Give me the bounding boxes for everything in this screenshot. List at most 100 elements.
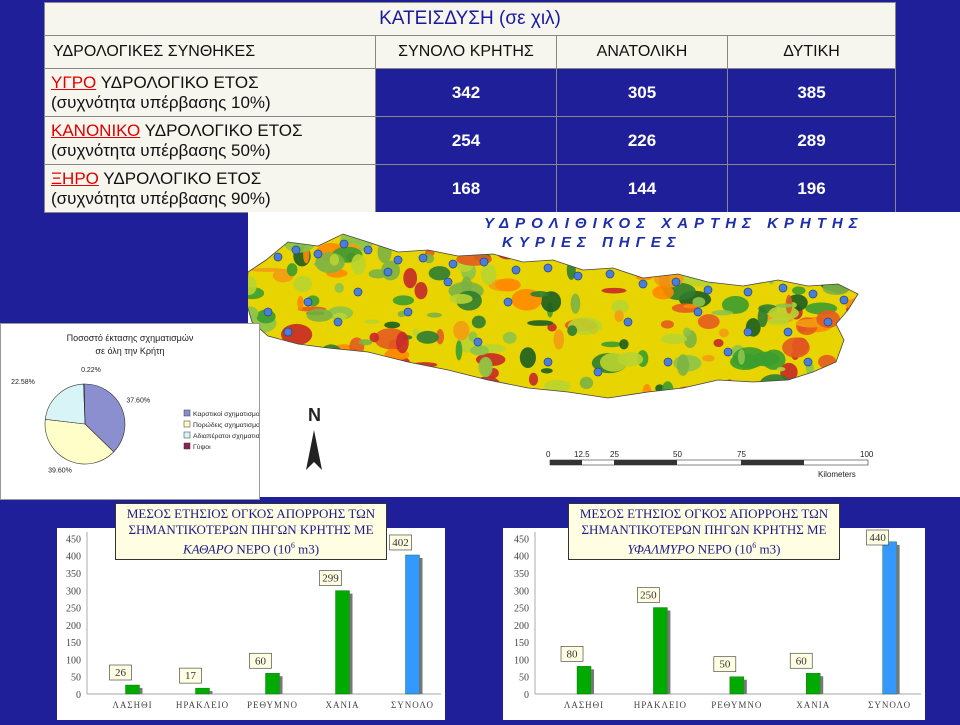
map-patch — [864, 230, 871, 238]
map-patch — [782, 337, 810, 358]
keyword-normal: ΚΑΝΟΝΙΚΟ — [51, 120, 141, 140]
pie-chart: 37.60% 39.60% 22.58% 0.22% Καρστικοί σχηματι… — [11, 367, 259, 475]
value-west: 196 — [727, 164, 896, 213]
map-patch — [517, 388, 530, 398]
map-patch — [776, 366, 786, 372]
y-tick-label: 450 — [514, 534, 529, 545]
bar — [125, 684, 140, 695]
table-row: ΞΗΡΟ ΥΔΡΟΛΟΓΙΚΟ ΕΤΟΣ (συχνότητα υπέρβασης… — [44, 164, 896, 213]
bar-shadow — [743, 679, 747, 694]
value-total: 168 — [375, 164, 557, 213]
map-patch — [307, 234, 319, 244]
keyword-dry: ΞΗΡΟ — [51, 168, 99, 188]
bar1-title-line2: ΣΗΜΑΝΤΙΚΟΤΕΡΩΝ ΠΗΓΩΝ ΚΡΗΤΗΣ ΜΕ — [128, 522, 374, 537]
map-patch — [275, 351, 296, 366]
spring-marker — [511, 265, 521, 275]
map-patch — [354, 366, 369, 384]
bar-shadow — [209, 691, 213, 694]
map-patch — [480, 264, 497, 285]
map-patch — [660, 320, 674, 329]
map-patch — [660, 333, 687, 345]
bar — [806, 673, 821, 695]
spring-marker — [263, 307, 273, 317]
data-label: 60 — [796, 655, 808, 667]
map-patch — [362, 356, 389, 370]
row-label-rest: ΥΔΡΟΛΟΓΙΚΟ ΕΤΟΣ — [96, 72, 259, 92]
y-tick-label: 0 — [76, 690, 81, 701]
map-patch — [403, 267, 418, 289]
legend-label: Αδιαπέρατοι σχηματισμοί — [193, 432, 259, 440]
scale-tick: 12.5 — [574, 450, 590, 459]
scale-bar — [549, 459, 869, 466]
spring-marker — [313, 249, 323, 259]
y-tick-label: 200 — [514, 621, 529, 632]
map-patch — [692, 296, 706, 307]
map-patch — [527, 320, 554, 326]
bar1-title-italic: ΚΑΘΑΡΟ — [182, 541, 234, 557]
map-patch — [377, 241, 392, 264]
map-patch — [351, 254, 366, 275]
spring-marker — [605, 269, 615, 279]
y-tick-label: 250 — [66, 604, 81, 615]
map-patch — [394, 363, 405, 375]
map-patch — [716, 390, 741, 398]
infiltration-table: ΚΑΤΕΙΣΔΥΣΗ (σε χιλ) ΥΔΡΟΛΟΓΙΚΕΣ ΣΥΝΘΗΚΕΣ… — [44, 2, 896, 213]
x-tick-label: ΛΑΣΗΘΙ — [564, 700, 604, 710]
map-patch — [266, 358, 288, 367]
map-patch — [414, 282, 428, 300]
y-tick-label: 50 — [519, 673, 529, 684]
keyword-wet: ΥΓΡΟ — [51, 72, 97, 92]
x-tick-label: ΗΡΑΚΛΕΙΟ — [634, 700, 687, 710]
map-patch — [768, 274, 775, 285]
map-patch — [470, 345, 489, 356]
map-patch — [732, 347, 767, 369]
map-patch — [293, 275, 313, 292]
map-patch — [311, 353, 343, 359]
spring-marker — [448, 259, 458, 269]
map-patch — [697, 314, 720, 330]
map-patch — [334, 387, 343, 398]
legend-label: Καρστικοί σχηματισμοί — [193, 410, 259, 418]
map-patch — [495, 278, 521, 292]
y-tick-label: 150 — [514, 638, 529, 649]
y-tick-label: 300 — [514, 586, 529, 597]
data-label: 402 — [392, 537, 409, 549]
map-patch — [792, 286, 806, 295]
map-patch — [553, 329, 564, 350]
table-row: ΥΓΡΟ ΥΔΡΟΛΟΓΙΚΟ ΕΤΟΣ (συχνότητα υπέρβασης… — [44, 68, 896, 117]
map-patch — [421, 390, 446, 397]
map-patch — [725, 379, 734, 398]
spring-marker — [743, 287, 753, 297]
y-tick-label: 300 — [66, 586, 81, 597]
bar — [653, 607, 668, 695]
spring-marker — [473, 337, 483, 347]
bar-shadow — [667, 610, 671, 694]
data-label: 440 — [869, 532, 886, 544]
map-patch — [682, 327, 692, 337]
map-patch — [614, 310, 624, 323]
map-patch — [435, 237, 443, 249]
map-patch — [787, 250, 794, 270]
map-patch — [825, 365, 844, 372]
value-total: 342 — [375, 68, 557, 117]
map-patch — [711, 259, 728, 276]
map-patch — [731, 394, 741, 398]
map-patch — [675, 390, 700, 398]
bar1-title-line1: ΜΕΣΟΣ ΕΤΗΣΙΟΣ ΟΓΚΟΣ ΑΠΟΡΡΟΗΣ ΤΩΝ — [126, 506, 376, 521]
map-patch — [702, 354, 715, 362]
map-patch — [453, 320, 470, 341]
map-patch — [326, 357, 343, 362]
map-patch — [601, 287, 627, 294]
spring-marker — [693, 307, 703, 317]
map-patch — [540, 368, 553, 374]
spring-marker — [443, 277, 453, 287]
bar1-title-end: m3) — [294, 541, 320, 557]
y-tick-label: 100 — [66, 655, 81, 666]
bar1-title: ΜΕΣΟΣ ΕΤΗΣΙΟΣ ΟΓΚΟΣ ΑΠΟΡΡΟΗΣ ΤΩΝ ΣΗΜΑΝΤΙ… — [115, 503, 387, 561]
y-tick-label: 50 — [71, 673, 81, 684]
map-patch — [676, 354, 690, 376]
map-patch — [829, 363, 858, 372]
map-patch — [845, 297, 858, 312]
pie-slice — [44, 383, 86, 425]
y-tick-label: 250 — [514, 604, 529, 615]
